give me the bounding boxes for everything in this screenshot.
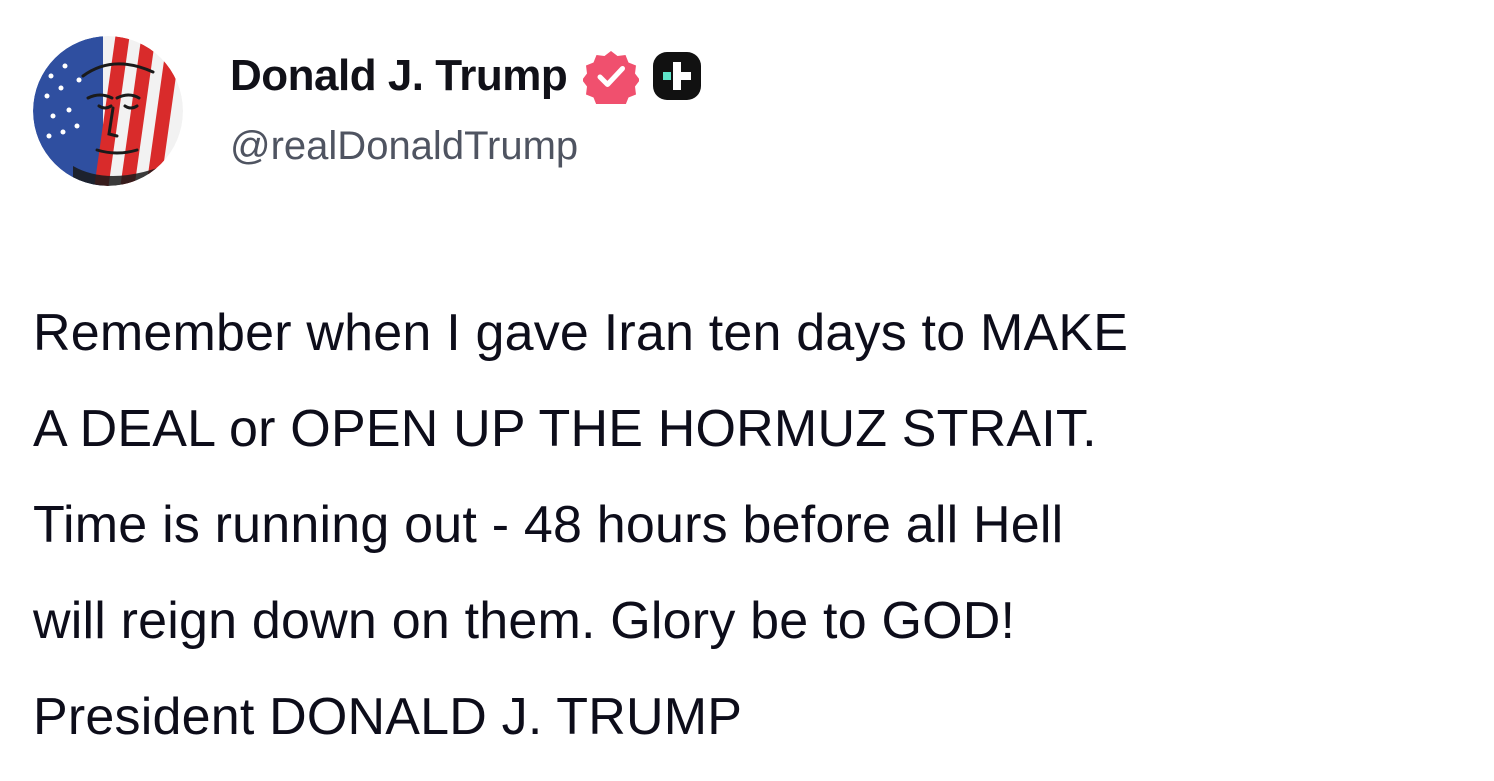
post-text-line: will reign down on them. Glory be to GOD…	[33, 592, 1016, 650]
post-text-line: President DONALD J. TRUMP	[33, 688, 743, 746]
post-text: Remember when I gave Iran ten days to MA…	[33, 285, 1473, 765]
plus-badge-icon	[651, 50, 703, 102]
verified-check-icon	[582, 48, 641, 109]
post-text-line: Remember when I gave Iran ten days to MA…	[33, 304, 1129, 362]
post-text-line: A DEAL or OPEN UP THE HORMUZ STRAIT.	[33, 400, 1097, 458]
author-avatar[interactable]	[33, 36, 183, 186]
flag-portrait-avatar-icon	[33, 36, 183, 186]
author-display-name[interactable]: Donald J. Trump	[230, 51, 568, 101]
post-text-line: Time is running out - 48 hours before al…	[33, 496, 1064, 554]
post-card: Donald J. Trump @realDonaldTrump Remembe…	[0, 0, 1494, 781]
author-handle[interactable]: @realDonaldTrump	[230, 124, 578, 169]
author-name-row: Donald J. Trump	[230, 46, 703, 109]
